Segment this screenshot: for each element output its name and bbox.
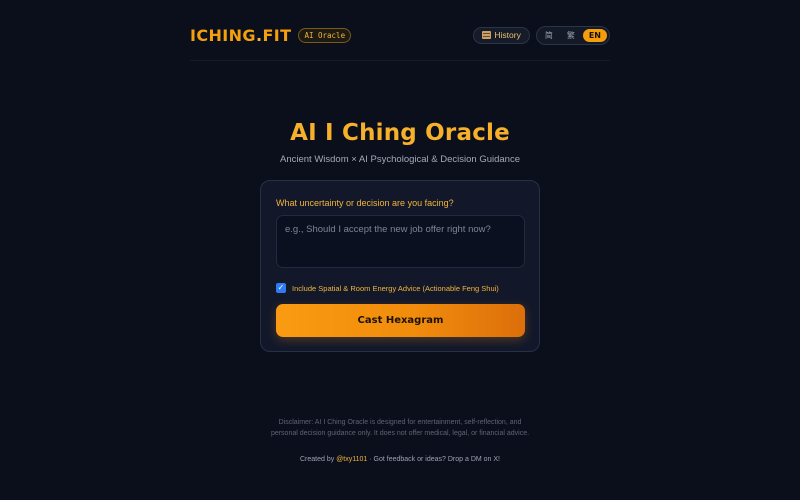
feng-shui-option[interactable]: ✓ Include Spatial & Room Energy Advice (… xyxy=(276,283,499,293)
site-logo[interactable]: ICHING.FIT xyxy=(190,26,291,45)
brand: ICHING.FIT AI Oracle xyxy=(190,26,352,45)
history-button[interactable]: History xyxy=(473,26,530,44)
feng-shui-checkbox[interactable]: ✓ xyxy=(276,283,286,293)
page-title: AI I Ching Oracle xyxy=(290,120,510,146)
author-handle-link[interactable]: @txy1101 xyxy=(336,456,367,463)
logo-tld: FIT xyxy=(262,25,292,45)
disclaimer-text: Disclaimer: AI I Ching Oracle is designe… xyxy=(270,419,530,437)
header-divider xyxy=(190,60,610,61)
logo-name: ICHING xyxy=(190,25,256,45)
ai-oracle-badge: AI Oracle xyxy=(298,27,352,43)
question-label: What uncertainty or decision are you fac… xyxy=(276,198,454,208)
language-switcher: 简 繁 EN xyxy=(535,25,610,45)
page-subtitle: Ancient Wisdom × AI Psychological & Deci… xyxy=(280,154,520,165)
lang-english[interactable]: EN xyxy=(582,28,607,42)
top-header: ICHING.FIT AI Oracle History 简 繁 EN xyxy=(190,22,610,48)
credit-prefix: Created by xyxy=(300,456,335,463)
credit-suffix: · Got feedback or ideas? Drop a DM on X! xyxy=(369,456,500,463)
history-label: History xyxy=(494,30,521,40)
question-input[interactable] xyxy=(276,215,525,268)
credit-line: Created by @txy1101 · Got feedback or id… xyxy=(0,456,800,463)
feng-shui-label[interactable]: Include Spatial & Room Energy Advice (Ac… xyxy=(292,284,499,293)
lang-simplified-chinese[interactable]: 简 xyxy=(539,29,559,42)
lang-traditional-chinese[interactable]: 繁 xyxy=(561,29,581,42)
scroll-icon xyxy=(482,31,492,39)
cast-hexagram-button[interactable]: Cast Hexagram xyxy=(276,304,525,337)
question-card: What uncertainty or decision are you fac… xyxy=(260,180,540,352)
header-actions: History 简 繁 EN xyxy=(473,25,610,45)
